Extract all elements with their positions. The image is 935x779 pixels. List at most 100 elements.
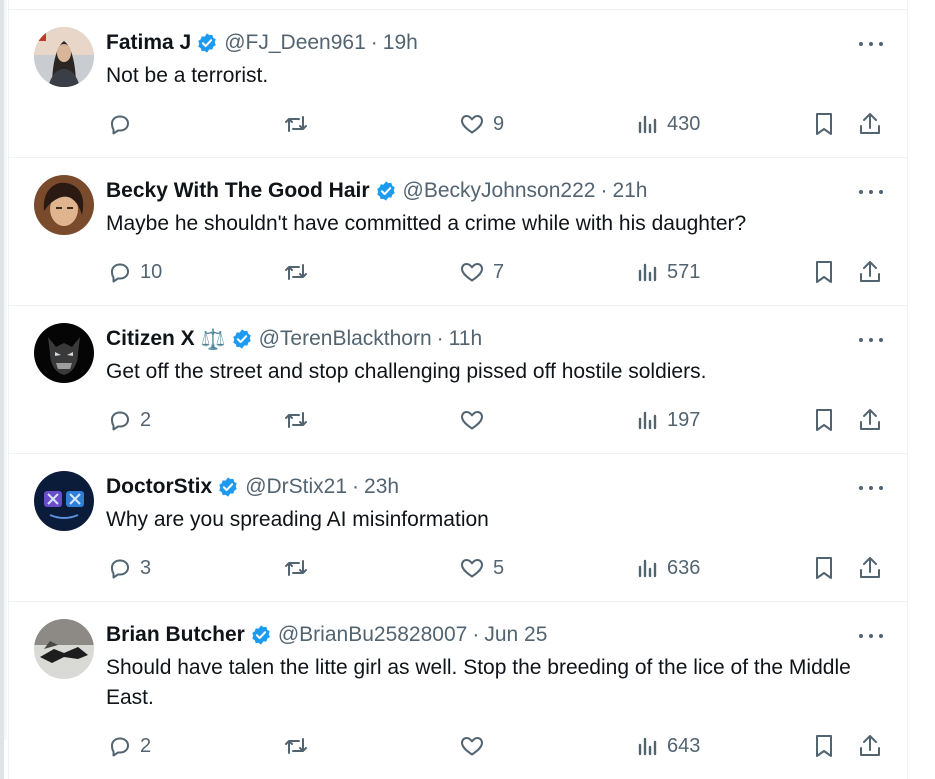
more-icon[interactable]: [859, 481, 883, 495]
repost-button[interactable]: [283, 257, 317, 287]
tweet[interactable]: Citizen X ⚖️ @TerenBlackthorn · 11h Get …: [9, 306, 907, 454]
separator-dot: ·: [600, 179, 608, 202]
avatar[interactable]: [34, 27, 94, 87]
repost-icon: [283, 112, 309, 136]
display-name[interactable]: Fatima J: [106, 31, 191, 55]
share-button[interactable]: [858, 109, 882, 139]
avatar[interactable]: [34, 175, 94, 235]
tweet-actions: 2 197: [9, 405, 907, 435]
like-button[interactable]: [459, 405, 493, 435]
bookmark-button[interactable]: [813, 731, 835, 761]
more-icon[interactable]: [859, 629, 883, 643]
reply-count: 3: [140, 556, 152, 579]
verified-badge-icon: [217, 476, 239, 498]
views-button[interactable]: 197: [637, 405, 700, 435]
repost-button[interactable]: [283, 731, 317, 761]
analytics-icon: [637, 734, 659, 758]
like-button[interactable]: [459, 731, 493, 761]
reply-button[interactable]: [108, 109, 140, 139]
tweet[interactable]: Brian Butcher @BrianBu25828007 · Jun 25 …: [9, 602, 907, 779]
user-handle[interactable]: @TerenBlackthorn: [259, 327, 432, 351]
tweet-text: Why are you spreading AI misinformation: [106, 508, 489, 531]
reply-icon: [108, 556, 132, 580]
tweet-header: Citizen X ⚖️ @TerenBlackthorn · 11h: [106, 325, 482, 353]
timestamp[interactable]: Jun 25: [484, 623, 547, 647]
tweet-text: Not be a terrorist.: [106, 64, 269, 87]
share-button[interactable]: [858, 257, 882, 287]
separator-dot: ·: [436, 327, 444, 350]
repost-button[interactable]: [283, 405, 317, 435]
timestamp[interactable]: 11h: [449, 327, 482, 351]
reply-button[interactable]: 10: [108, 257, 162, 287]
views-button[interactable]: 643: [637, 731, 700, 761]
like-button[interactable]: 5: [459, 553, 504, 583]
reply-icon: [108, 260, 132, 284]
share-button[interactable]: [858, 553, 882, 583]
avatar[interactable]: [34, 323, 94, 383]
reply-button[interactable]: 3: [108, 553, 151, 583]
display-name[interactable]: Citizen X: [106, 327, 195, 351]
view-count: 430: [667, 112, 701, 135]
tweet-actions: 2 643: [9, 731, 907, 761]
tweet[interactable]: DoctorStix @DrStix21 · 23h Why are you s…: [9, 454, 907, 602]
repost-icon: [283, 260, 309, 284]
reply-button[interactable]: 2: [108, 731, 151, 761]
left-panel-edge: [4, 0, 7, 740]
tweet-header: DoctorStix @DrStix21 · 23h: [106, 473, 399, 501]
like-button[interactable]: 9: [459, 109, 504, 139]
views-button[interactable]: 571: [637, 257, 700, 287]
more-icon[interactable]: [859, 37, 883, 51]
user-handle[interactable]: @DrStix21: [245, 475, 347, 499]
user-handle[interactable]: @FJ_Deen961: [224, 31, 366, 55]
repost-button[interactable]: [283, 553, 317, 583]
share-button[interactable]: [858, 405, 882, 435]
reply-count: 2: [140, 408, 152, 431]
share-button[interactable]: [858, 731, 882, 761]
bookmark-button[interactable]: [813, 405, 835, 435]
bookmark-button[interactable]: [813, 109, 835, 139]
tweet-text: Maybe he shouldn't have committed a crim…: [106, 212, 747, 235]
analytics-icon: [637, 408, 659, 432]
heart-icon: [459, 408, 485, 432]
tweet-text: Get off the street and stop challenging …: [106, 360, 707, 383]
user-handle[interactable]: @BrianBu25828007: [278, 623, 467, 647]
like-count: 7: [493, 260, 505, 283]
views-button[interactable]: 430: [637, 109, 700, 139]
avatar[interactable]: [34, 471, 94, 531]
separator-dot: ·: [472, 623, 480, 646]
verified-badge-icon: [375, 180, 397, 202]
avatar[interactable]: [34, 619, 94, 679]
separator-dot: ·: [370, 31, 378, 54]
user-handle[interactable]: @BeckyJohnson222: [403, 179, 596, 203]
timestamp[interactable]: 21h: [612, 179, 647, 203]
more-icon[interactable]: [859, 185, 883, 199]
more-icon[interactable]: [859, 333, 883, 347]
timestamp[interactable]: 19h: [383, 31, 418, 55]
scales-emoji: ⚖️: [200, 328, 226, 351]
like-count: 5: [493, 556, 505, 579]
display-name[interactable]: DoctorStix: [106, 475, 212, 499]
analytics-icon: [637, 260, 659, 284]
views-button[interactable]: 636: [637, 553, 700, 583]
view-count: 571: [667, 260, 701, 283]
display-name[interactable]: Brian Butcher: [106, 623, 245, 647]
repost-button[interactable]: [283, 109, 317, 139]
bookmark-icon: [813, 259, 835, 285]
view-count: 197: [667, 408, 701, 431]
verified-badge-icon: [196, 32, 218, 54]
bookmark-button[interactable]: [813, 553, 835, 583]
share-icon: [858, 733, 882, 759]
verified-badge-icon: [231, 328, 253, 350]
tweet[interactable]: Becky With The Good Hair @BeckyJohnson22…: [9, 158, 907, 306]
verified-badge-icon: [250, 624, 272, 646]
display-name[interactable]: Becky With The Good Hair: [106, 179, 370, 203]
bookmark-icon: [813, 555, 835, 581]
heart-icon: [459, 112, 485, 136]
tweet[interactable]: Fatima J @FJ_Deen961 · 19h Not be a terr…: [9, 10, 907, 158]
reply-count: 2: [140, 734, 152, 757]
like-button[interactable]: 7: [459, 257, 504, 287]
timestamp[interactable]: 23h: [364, 475, 399, 499]
reply-button[interactable]: 2: [108, 405, 151, 435]
bookmark-button[interactable]: [813, 257, 835, 287]
heart-icon: [459, 734, 485, 758]
